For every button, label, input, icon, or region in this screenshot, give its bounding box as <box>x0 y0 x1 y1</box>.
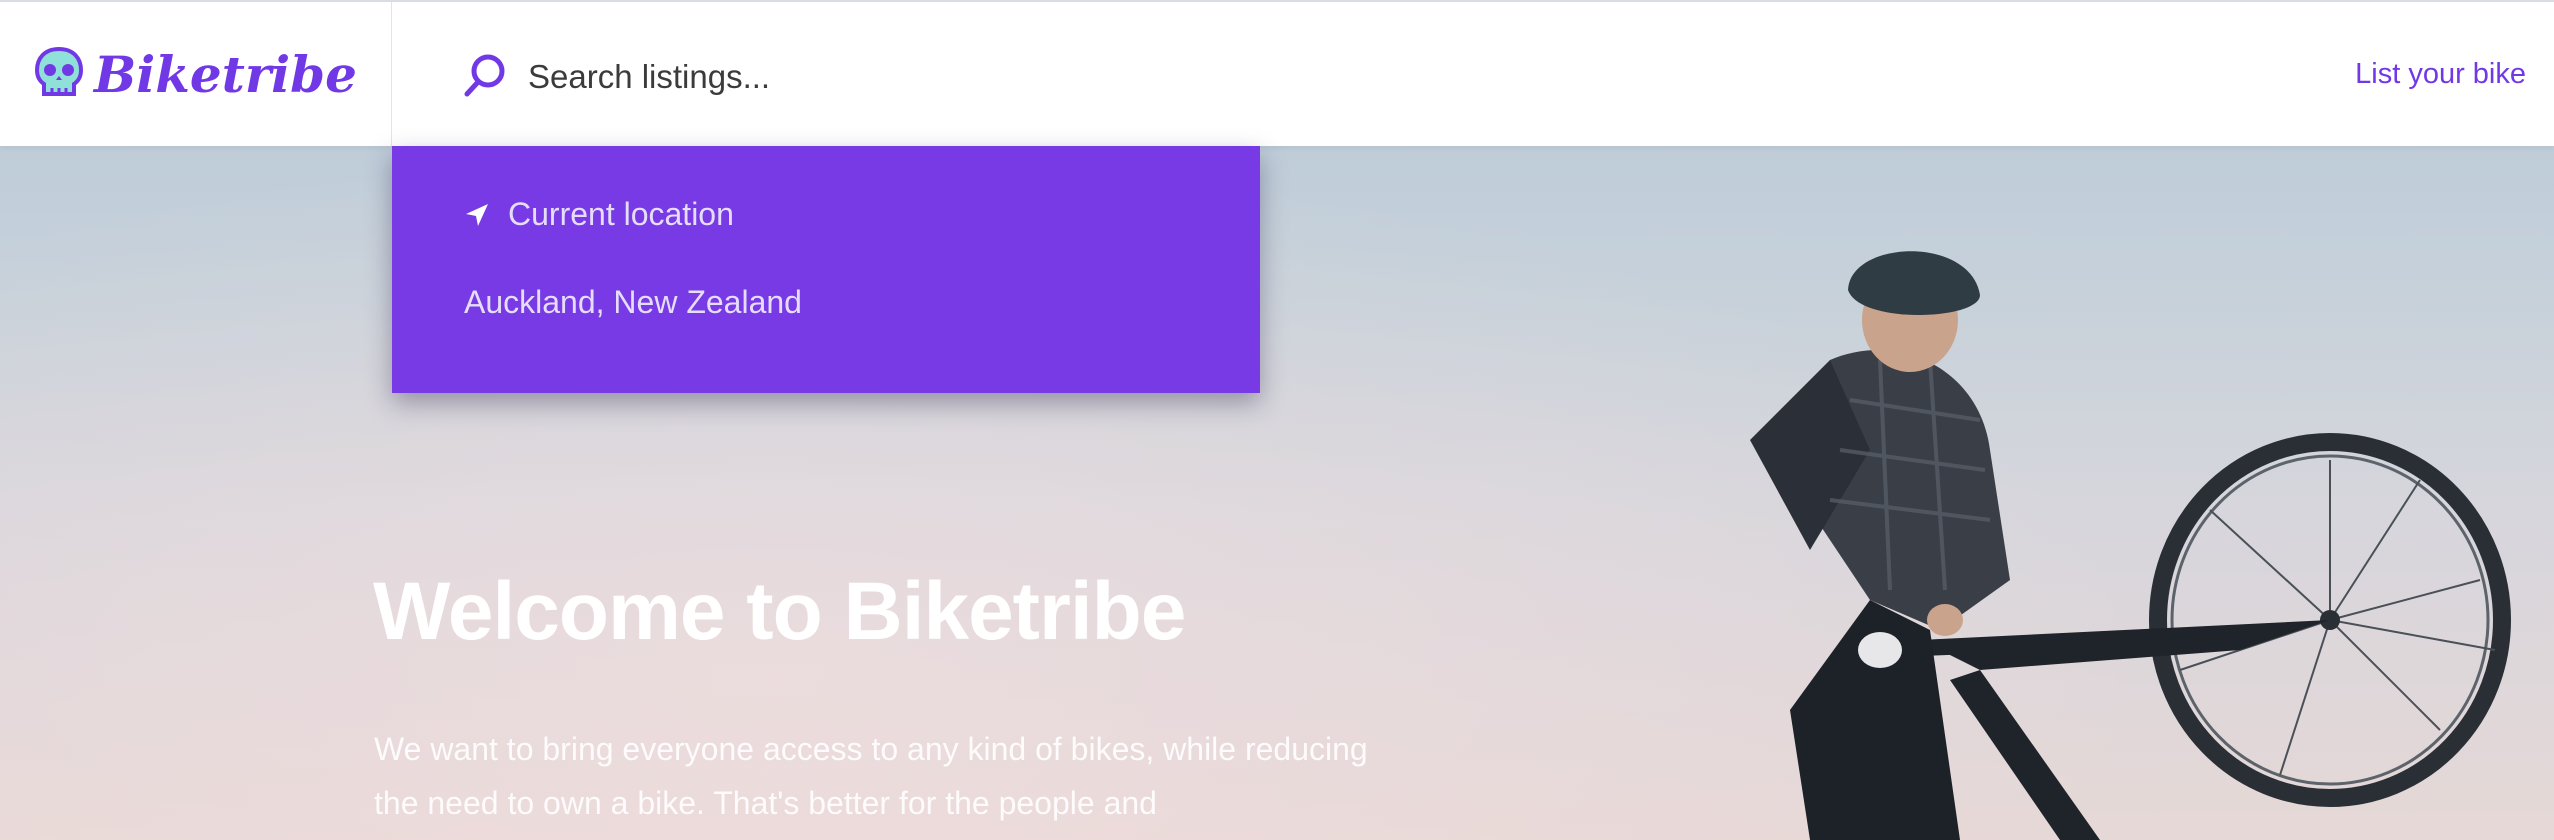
hero-title: Welcome to Biketribe <box>373 566 1186 657</box>
top-nav: Biketribe List your bike <box>0 0 2554 146</box>
skull-icon <box>35 46 84 96</box>
brand-logo[interactable]: Biketribe <box>0 2 392 146</box>
search-icon <box>464 54 505 97</box>
current-location-option[interactable]: Current location <box>464 196 734 233</box>
hero-description: We want to bring everyone access to any … <box>374 731 1368 821</box>
list-your-bike-link[interactable]: List your bike <box>2355 58 2526 91</box>
location-arrow-icon <box>466 203 488 226</box>
bmx-rider-image <box>1750 251 2511 840</box>
search-suggestions-dropdown: Current location Auckland, New Zealand <box>392 146 1260 393</box>
location-suggestion-label: Auckland, New Zealand <box>464 284 802 320</box>
current-location-label: Current location <box>508 196 734 232</box>
search-input[interactable] <box>526 50 1430 104</box>
location-suggestion-item[interactable]: Auckland, New Zealand <box>464 284 802 321</box>
brand-name: Biketribe <box>94 44 357 104</box>
